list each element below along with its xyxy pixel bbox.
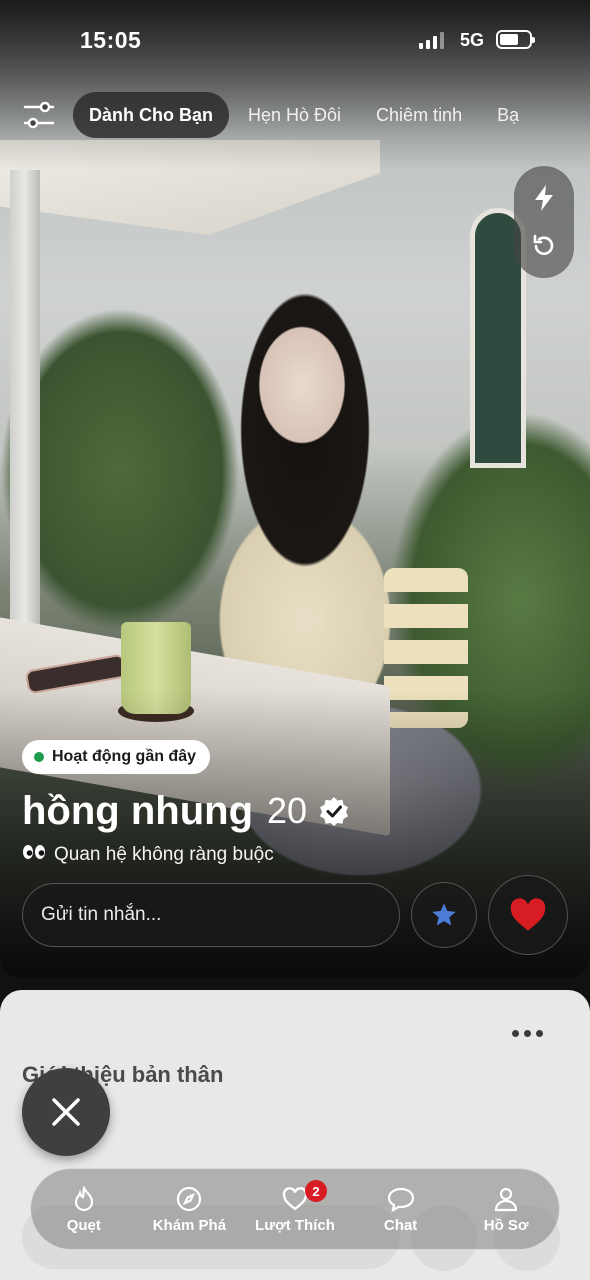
profile-name: hồng nhung — [22, 788, 254, 833]
nav-label: Chat — [383, 1216, 418, 1234]
rewind-icon[interactable] — [528, 230, 560, 262]
bottom-nav: Quẹt Khám Phá Lượt Thích 2 Chat Hồ Sơ — [30, 1168, 560, 1250]
like-button[interactable] — [488, 875, 568, 955]
relationship-goal: Quan hệ không ràng buộc — [54, 843, 274, 865]
profile-icon — [492, 1185, 520, 1213]
nav-kham-pha[interactable]: Khám Phá — [139, 1168, 239, 1250]
close-button[interactable] — [22, 1068, 110, 1156]
signal-icon — [419, 32, 444, 49]
relationship-row: Quan hệ không ràng buộc — [22, 843, 274, 866]
super-like-button[interactable] — [411, 882, 477, 948]
tab-partial[interactable]: Bạ — [481, 92, 535, 138]
status-time: 15:05 — [80, 27, 142, 53]
nav-quet[interactable]: Quẹt — [34, 1168, 134, 1250]
close-icon — [52, 1098, 80, 1126]
nav-luot-thich[interactable]: Lượt Thích 2 — [245, 1168, 345, 1250]
profile-age: 20 — [267, 790, 308, 831]
chat-bubble-icon — [387, 1185, 415, 1213]
eyes-icon — [22, 843, 46, 866]
activity-badge: Hoạt động gần đây — [22, 740, 210, 774]
message-input[interactable]: Gửi tin nhắn... — [22, 883, 400, 947]
top-tabs: Dành Cho Bạn Hẹn Hò Đôi Chiêm tinh Bạ — [73, 92, 590, 138]
tab-danh-cho-ban[interactable]: Dành Cho Bạn — [73, 92, 229, 138]
filter-icon[interactable] — [22, 98, 56, 132]
message-placeholder: Gửi tin nhắn... — [41, 904, 162, 925]
photo-top-shade — [0, 0, 590, 170]
nav-label: Khám Phá — [152, 1216, 227, 1234]
tab-chiem-tinh[interactable]: Chiêm tinh — [360, 92, 478, 138]
tab-hen-ho-doi[interactable]: Hẹn Hò Đôi — [232, 92, 357, 138]
star-icon — [432, 903, 456, 926]
nav-label: Lượt Thích — [255, 1216, 335, 1234]
side-actions — [514, 166, 574, 278]
flame-icon — [70, 1185, 98, 1213]
heart-icon — [510, 898, 546, 931]
more-options-icon[interactable] — [512, 1030, 543, 1037]
lightning-icon[interactable] — [528, 182, 560, 214]
nav-label: Quẹt — [66, 1216, 101, 1234]
online-dot — [34, 752, 44, 762]
likes-count-badge: 2 — [304, 1180, 327, 1202]
nav-ho-so[interactable]: Hồ Sơ — [456, 1168, 556, 1250]
photo-pillar — [10, 170, 40, 640]
network-type: 5G — [460, 30, 485, 50]
nav-chat[interactable]: Chat — [351, 1168, 451, 1250]
battery-icon — [496, 30, 535, 49]
name-row: hồng nhung 20 — [22, 786, 349, 836]
nav-label: Hồ Sơ — [483, 1216, 529, 1234]
activity-status: Hoạt động gần đây — [52, 748, 196, 765]
verified-icon[interactable] — [319, 796, 349, 826]
compass-icon — [175, 1185, 203, 1213]
